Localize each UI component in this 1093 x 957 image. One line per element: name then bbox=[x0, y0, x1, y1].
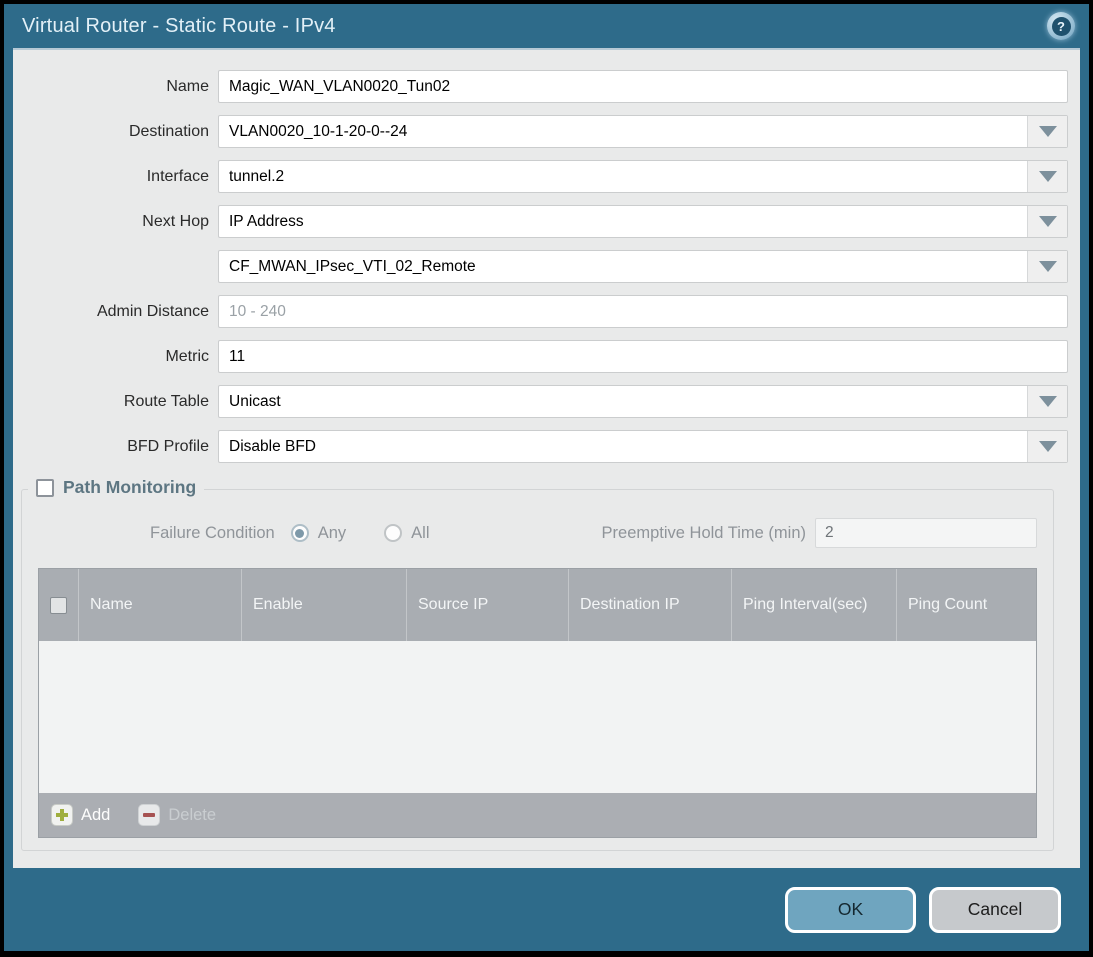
path-monitoring-checkbox[interactable] bbox=[36, 479, 54, 497]
table-body-empty bbox=[39, 641, 1036, 793]
radio-all-label: All bbox=[411, 524, 429, 543]
route-table-input[interactable] bbox=[218, 385, 1068, 418]
dialog-footer: OK Cancel bbox=[4, 868, 1089, 951]
path-monitoring-table: Name Enable Source IP Destination IP Pin… bbox=[38, 568, 1037, 838]
interface-dropdown-button[interactable] bbox=[1027, 161, 1067, 192]
bfd-profile-field-wrap bbox=[218, 430, 1068, 463]
column-header-enable[interactable]: Enable bbox=[241, 569, 406, 641]
column-header-destination-ip[interactable]: Destination IP bbox=[568, 569, 731, 641]
chevron-down-icon bbox=[1039, 396, 1057, 407]
next-hop-address-row bbox=[13, 250, 1068, 283]
static-route-dialog: Virtual Router - Static Route - IPv4 ? N… bbox=[4, 4, 1089, 951]
route-table-label: Route Table bbox=[13, 393, 218, 411]
table-action-bar: Add Delete bbox=[39, 793, 1036, 837]
title-bar: Virtual Router - Static Route - IPv4 ? bbox=[4, 4, 1089, 48]
chevron-down-icon bbox=[1039, 126, 1057, 137]
help-icon[interactable]: ? bbox=[1047, 12, 1075, 40]
add-button-label: Add bbox=[81, 806, 110, 825]
chevron-down-icon bbox=[1039, 171, 1057, 182]
admin-distance-row: Admin Distance bbox=[13, 295, 1068, 328]
route-table-dropdown-button[interactable] bbox=[1027, 386, 1067, 417]
bfd-profile-dropdown-button[interactable] bbox=[1027, 431, 1067, 462]
path-monitoring-title: Path Monitoring bbox=[63, 477, 196, 498]
radio-dot bbox=[295, 529, 304, 538]
admin-distance-field-wrap bbox=[218, 295, 1068, 328]
next-hop-label: Next Hop bbox=[13, 213, 218, 231]
column-header-source-ip[interactable]: Source IP bbox=[406, 569, 568, 641]
ok-button[interactable]: OK bbox=[785, 887, 916, 933]
chevron-down-icon bbox=[1039, 216, 1057, 227]
column-header-name[interactable]: Name bbox=[78, 569, 241, 641]
admin-distance-label: Admin Distance bbox=[13, 303, 218, 321]
add-button[interactable]: Add bbox=[51, 804, 110, 826]
route-table-field-wrap bbox=[218, 385, 1068, 418]
next-hop-field-wrap bbox=[218, 205, 1068, 238]
interface-field-wrap bbox=[218, 160, 1068, 193]
bfd-profile-input[interactable] bbox=[218, 430, 1068, 463]
destination-row: Destination bbox=[13, 115, 1068, 148]
radio-any-label: Any bbox=[318, 524, 346, 543]
dialog-title: Virtual Router - Static Route - IPv4 bbox=[22, 15, 336, 38]
name-input[interactable] bbox=[218, 70, 1068, 103]
failure-condition-row: Failure Condition Any All Preemptive Hol… bbox=[38, 518, 1037, 548]
next-hop-type-input[interactable] bbox=[218, 205, 1068, 238]
path-monitoring-section: Path Monitoring Failure Condition Any Al… bbox=[21, 489, 1054, 851]
radio-any[interactable] bbox=[291, 524, 309, 542]
header-checkbox-cell bbox=[39, 569, 78, 641]
interface-input[interactable] bbox=[218, 160, 1068, 193]
metric-input[interactable] bbox=[218, 340, 1068, 373]
interface-label: Interface bbox=[13, 168, 218, 186]
destination-dropdown-button[interactable] bbox=[1027, 116, 1067, 147]
admin-distance-input[interactable] bbox=[218, 295, 1068, 328]
metric-row: Metric bbox=[13, 340, 1068, 373]
preemptive-hold-time-label: Preemptive Hold Time (min) bbox=[602, 524, 806, 543]
help-question-glyph: ? bbox=[1052, 17, 1071, 36]
chevron-down-icon bbox=[1039, 441, 1057, 452]
cancel-button[interactable]: Cancel bbox=[929, 887, 1061, 933]
next-hop-dropdown-button[interactable] bbox=[1027, 206, 1067, 237]
dialog-content: Name Destination Interface bbox=[13, 48, 1080, 868]
table-header: Name Enable Source IP Destination IP Pin… bbox=[39, 569, 1036, 641]
name-label: Name bbox=[13, 78, 218, 96]
metric-field-wrap bbox=[218, 340, 1068, 373]
next-hop-row: Next Hop bbox=[13, 205, 1068, 238]
bfd-profile-label: BFD Profile bbox=[13, 438, 218, 456]
destination-input[interactable] bbox=[218, 115, 1068, 148]
next-hop-address-input[interactable] bbox=[218, 250, 1068, 283]
name-row: Name bbox=[13, 70, 1068, 103]
preemptive-hold-time-input[interactable] bbox=[815, 518, 1037, 548]
next-hop-address-field-wrap bbox=[218, 250, 1068, 283]
column-header-ping-interval[interactable]: Ping Interval(sec) bbox=[731, 569, 896, 641]
next-hop-address-dropdown-button[interactable] bbox=[1027, 251, 1067, 282]
delete-button[interactable]: Delete bbox=[138, 804, 216, 826]
destination-field-wrap bbox=[218, 115, 1068, 148]
interface-row: Interface bbox=[13, 160, 1068, 193]
select-all-checkbox[interactable] bbox=[50, 597, 67, 614]
destination-label: Destination bbox=[13, 123, 218, 141]
route-table-row: Route Table bbox=[13, 385, 1068, 418]
delete-button-label: Delete bbox=[168, 806, 216, 825]
name-field-wrap bbox=[218, 70, 1068, 103]
add-plus-icon bbox=[51, 804, 73, 826]
delete-minus-icon bbox=[138, 804, 160, 826]
radio-all[interactable] bbox=[384, 524, 402, 542]
chevron-down-icon bbox=[1039, 261, 1057, 272]
failure-condition-label: Failure Condition bbox=[150, 524, 275, 543]
column-header-ping-count[interactable]: Ping Count bbox=[896, 569, 1036, 641]
bfd-profile-row: BFD Profile bbox=[13, 430, 1068, 463]
metric-label: Metric bbox=[13, 348, 218, 366]
path-monitoring-legend: Path Monitoring bbox=[28, 477, 204, 498]
